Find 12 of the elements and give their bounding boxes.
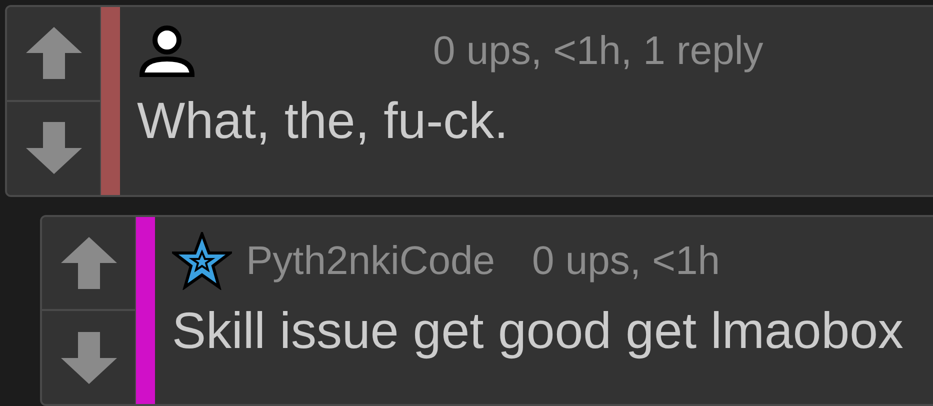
star-icon xyxy=(172,232,232,290)
comment-meta: 0 ups, <1h xyxy=(532,240,720,280)
down-arrow-icon xyxy=(26,122,82,174)
comment-meta: 0 ups, <1h, 1 reply xyxy=(433,31,764,71)
upvote-button[interactable] xyxy=(7,7,100,102)
up-arrow-icon xyxy=(26,27,82,80)
down-arrow-icon xyxy=(60,332,116,384)
comment-text: What, the, fu-ck. xyxy=(137,95,510,146)
username[interactable]: Pyth2nkiCode xyxy=(246,240,496,280)
up-arrow-icon xyxy=(60,236,116,289)
person-icon xyxy=(137,25,197,77)
upvote-button[interactable] xyxy=(42,216,135,312)
